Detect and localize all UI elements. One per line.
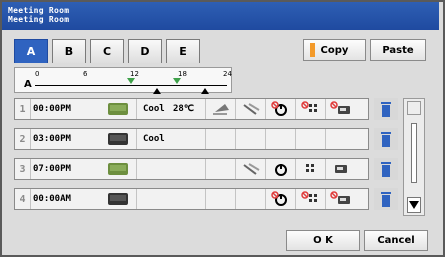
ok-button[interactable]: O K	[286, 230, 360, 251]
empty-cell	[235, 129, 265, 149]
row-time: 03:00PM	[33, 134, 71, 144]
tab-bar: A B C D E	[14, 39, 200, 63]
scrollbar[interactable]	[403, 98, 425, 216]
marker-up-2-icon	[201, 88, 209, 94]
schedule-row-2[interactable]: 2 03:00PM Cool	[14, 128, 369, 150]
marker-green-2-icon	[173, 78, 181, 84]
row-mode: Cool	[143, 134, 165, 144]
trash-icon	[381, 162, 391, 177]
empty-cell	[265, 129, 295, 149]
tick-6: 6	[83, 70, 88, 78]
schedule-row-1[interactable]: 1 00:00PM Cool 28℃	[14, 98, 369, 120]
timeline-axis	[35, 85, 227, 86]
lock-grid-icon	[295, 99, 325, 119]
power-icon	[265, 189, 295, 209]
tab-e[interactable]: E	[166, 39, 200, 63]
empty-cell	[295, 129, 325, 149]
tick-0: 0	[35, 70, 40, 78]
row-temp	[173, 189, 209, 209]
tick-18: 18	[178, 70, 187, 78]
row-temp	[173, 159, 209, 179]
marker-green-1-icon	[127, 78, 135, 84]
mode-icon	[99, 189, 137, 209]
paste-button[interactable]: Paste	[370, 39, 426, 61]
tab-a[interactable]: A	[14, 39, 48, 63]
cancel-button[interactable]: Cancel	[364, 230, 428, 251]
controller-icon	[325, 189, 355, 209]
row-time: 00:00PM	[33, 104, 71, 114]
controller-icon	[325, 99, 355, 119]
scroll-down-button[interactable]	[407, 197, 421, 213]
airflow-icon	[235, 99, 265, 119]
row-mode: Cool	[143, 104, 165, 114]
trash-icon	[381, 132, 391, 147]
row-index: 4	[15, 189, 31, 209]
empty-cell	[205, 129, 235, 149]
scroll-thumb[interactable]	[411, 123, 417, 183]
schedule-row-4[interactable]: 4 00:00AM	[14, 188, 369, 210]
tab-d[interactable]: D	[128, 39, 162, 63]
delete-row-1-button[interactable]	[374, 98, 398, 120]
tick-12: 12	[130, 70, 139, 78]
row-time: 07:00PM	[33, 164, 71, 174]
empty-cell	[325, 129, 355, 149]
trash-icon	[381, 102, 391, 117]
empty-cell	[205, 159, 235, 179]
tab-c[interactable]: C	[90, 39, 124, 63]
power-icon	[265, 159, 295, 179]
row-index: 2	[15, 129, 31, 149]
fan-speed-icon	[205, 99, 235, 119]
lock-grid-icon	[295, 189, 325, 209]
title-line-1: Meeting Room	[8, 6, 70, 15]
timeline-bar: A 0 6 12 18 24	[14, 67, 232, 94]
title-bar: Meeting Room Meeting Room	[2, 2, 439, 30]
mode-icon	[99, 99, 137, 119]
grid-icon	[295, 159, 325, 179]
delete-row-3-button[interactable]	[374, 158, 398, 180]
row-temp: 28℃	[173, 104, 194, 114]
empty-cell	[235, 189, 265, 209]
row-mode	[137, 159, 173, 179]
airflow-icon	[235, 159, 265, 179]
trash-icon	[381, 192, 391, 207]
power-icon	[265, 99, 295, 119]
mode-icon	[99, 159, 137, 179]
scroll-up-button[interactable]	[407, 101, 421, 115]
row-index: 3	[15, 159, 31, 179]
tick-24: 24	[223, 70, 232, 78]
row-time: 00:00AM	[33, 194, 71, 204]
copy-button[interactable]: Copy	[303, 39, 366, 61]
timeline-label: A	[24, 79, 32, 90]
chevron-down-icon	[409, 201, 419, 209]
delete-row-2-button[interactable]	[374, 128, 398, 150]
schedule-row-3[interactable]: 3 07:00PM	[14, 158, 369, 180]
row-mode	[137, 189, 173, 209]
tab-b[interactable]: B	[52, 39, 86, 63]
row-index: 1	[15, 99, 31, 119]
empty-cell	[205, 189, 235, 209]
controller-icon	[325, 159, 355, 179]
delete-row-4-button[interactable]	[374, 188, 398, 210]
mode-icon	[99, 129, 137, 149]
title-line-2: Meeting Room	[8, 15, 70, 24]
row-temp	[173, 129, 209, 149]
marker-up-1-icon	[153, 88, 161, 94]
